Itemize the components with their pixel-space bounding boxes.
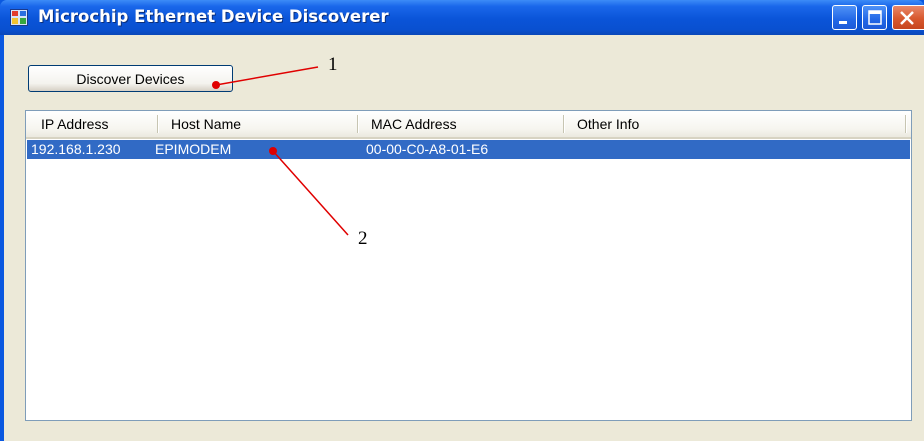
callout-dot-2 — [269, 147, 277, 155]
annotation-overlay — [212, 66, 349, 236]
callout-line-2 — [272, 150, 349, 236]
callout-label-2: 2 — [358, 228, 368, 249]
callout-line-1 — [215, 66, 319, 86]
callout-label-1: 1 — [328, 54, 338, 75]
callout-dot-1 — [212, 81, 220, 89]
app-window: Microchip Ethernet Device Discoverer Dis… — [0, 0, 924, 441]
